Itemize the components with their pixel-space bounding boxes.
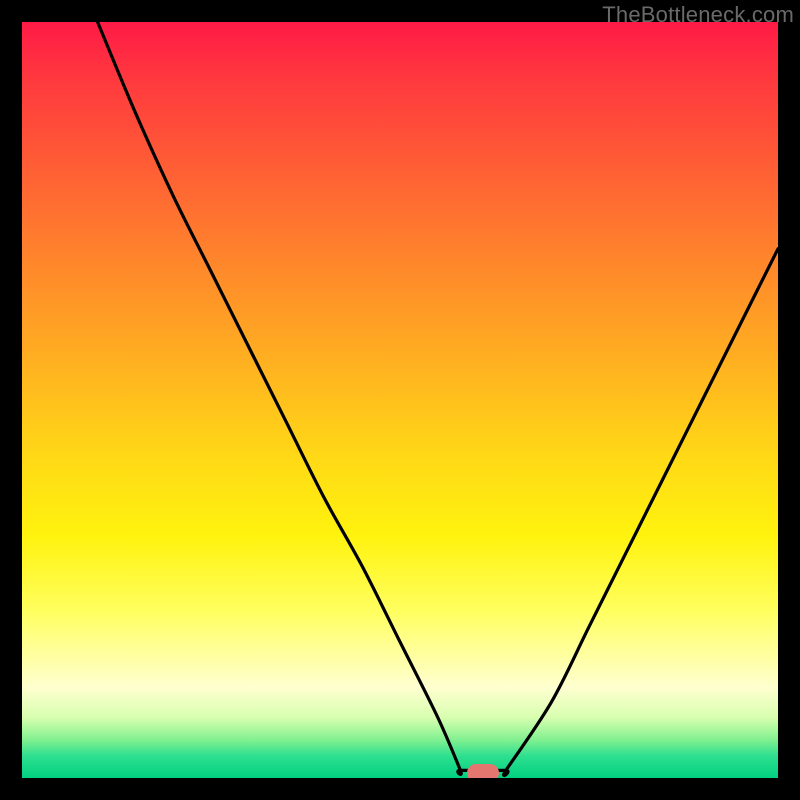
optimal-point-marker: [467, 764, 499, 778]
chart-frame: [22, 22, 778, 778]
watermark-text: TheBottleneck.com: [602, 2, 794, 28]
bottleneck-curve: [22, 22, 778, 778]
